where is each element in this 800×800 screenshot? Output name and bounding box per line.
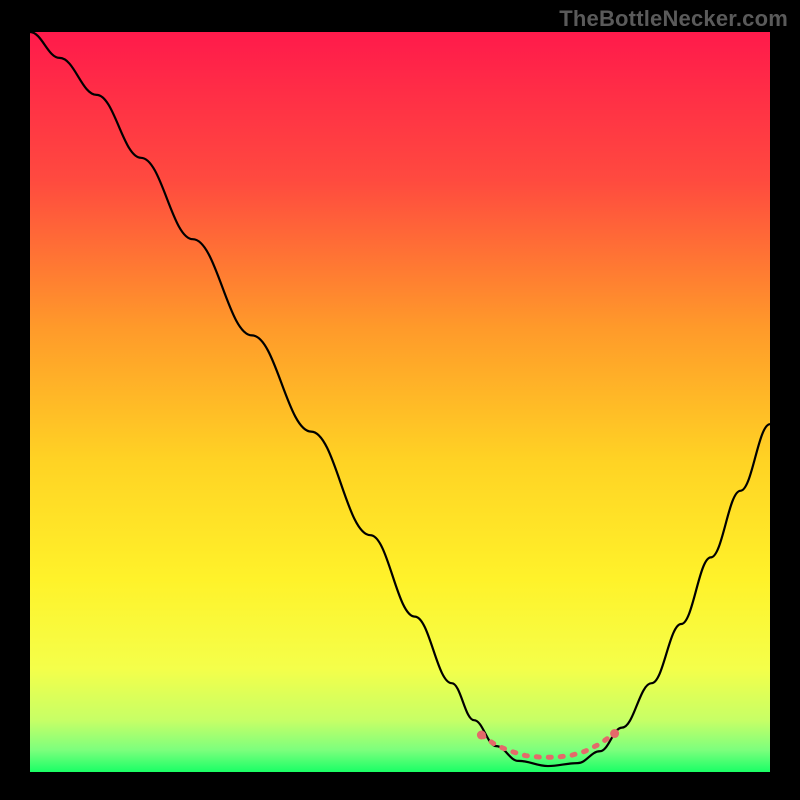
chart-area <box>30 32 770 772</box>
watermark-text: TheBottleNecker.com <box>559 6 788 32</box>
chart-background <box>30 32 770 772</box>
chart-svg <box>30 32 770 772</box>
